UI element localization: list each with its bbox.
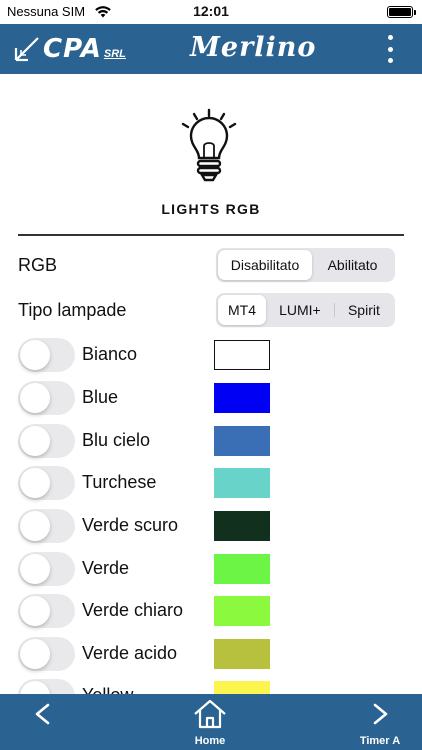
color-toggle[interactable] [18, 424, 75, 458]
color-swatch [214, 681, 270, 694]
section-divider [18, 234, 404, 236]
next-label[interactable]: Timer A [350, 735, 410, 747]
rgb-label: RGB [18, 255, 58, 275]
lamp-option-lumi[interactable]: LUMI+ [266, 295, 334, 325]
color-label: Verde scuro [82, 515, 179, 535]
color-row-verde-acido: Verde acido [18, 637, 408, 673]
rgb-option-disabled[interactable]: Disabilitato [218, 250, 312, 280]
color-row-blu-cielo: Blu cielo [18, 424, 408, 460]
status-bar: Nessuna SIM 12:01 [0, 0, 422, 24]
home-icon[interactable] [192, 699, 228, 729]
color-label: Verde chiaro [82, 600, 184, 620]
color-swatch [214, 468, 270, 498]
lamp-option-spirit[interactable]: Spirit [335, 295, 393, 325]
color-label: Bianco [82, 344, 138, 364]
bottom-nav-bar: Home Timer A [0, 694, 422, 750]
color-label: Turchese [82, 472, 157, 492]
color-toggle[interactable] [18, 338, 75, 372]
color-row-yellow: Yellow [18, 679, 408, 694]
color-row-verde-chiaro: Verde chiaro [18, 594, 408, 630]
color-row-bianco: Bianco [18, 338, 408, 374]
color-toggle[interactable] [18, 466, 75, 500]
lamp-option-mt4[interactable]: MT4 [218, 295, 266, 325]
lightbulb-icon [181, 108, 237, 182]
logo-text: CPA [43, 34, 102, 64]
lamp-type-label: Tipo lampade [18, 300, 127, 320]
color-label: Verde acido [82, 643, 178, 663]
color-swatch [214, 426, 270, 456]
rgb-mode-segmented-control: Disabilitato Abilitato [216, 248, 395, 282]
color-label: Yellow [82, 685, 133, 694]
logo-suffix: SRL [103, 48, 126, 60]
color-swatch [214, 596, 270, 626]
color-row-verde-scuro: Verde scuro [18, 509, 408, 545]
color-swatch [214, 554, 270, 584]
color-swatch [214, 383, 270, 413]
color-swatch [214, 340, 270, 370]
color-toggle[interactable] [18, 679, 75, 694]
color-toggle[interactable] [18, 552, 75, 586]
home-label[interactable]: Home [180, 735, 240, 747]
color-label: Verde [82, 558, 130, 578]
color-toggle[interactable] [18, 637, 75, 671]
logo-mark-icon [14, 37, 39, 62]
more-vertical-icon[interactable] [382, 33, 398, 65]
clock: 12:01 [193, 3, 229, 19]
color-row-turchese: Turchese [18, 466, 408, 502]
main-content: LIGHTS RGB RGB Disabilitato Abilitato Ti… [0, 74, 422, 694]
page-heading: LIGHTS RGB [161, 201, 261, 217]
color-toggle[interactable] [18, 594, 75, 628]
app-title: Merlino [190, 32, 317, 63]
color-label: Blue [82, 387, 119, 407]
company-logo: CPA SRL [14, 34, 126, 64]
color-label: Blu cielo [82, 430, 151, 450]
color-row-verde: Verde [18, 552, 408, 588]
chevron-right-icon[interactable] [367, 702, 391, 726]
battery-icon [387, 6, 416, 18]
chevron-left-icon[interactable] [32, 702, 56, 726]
color-toggle[interactable] [18, 381, 75, 415]
color-toggle[interactable] [18, 509, 75, 543]
color-row-blue: Blue [18, 381, 408, 417]
color-swatch [214, 511, 270, 541]
app-header: CPA SRL Merlino [0, 24, 422, 74]
color-swatch [214, 639, 270, 669]
rgb-option-enabled[interactable]: Abilitato [312, 250, 393, 280]
lamp-type-segmented-control: MT4 LUMI+ Spirit [216, 293, 395, 327]
